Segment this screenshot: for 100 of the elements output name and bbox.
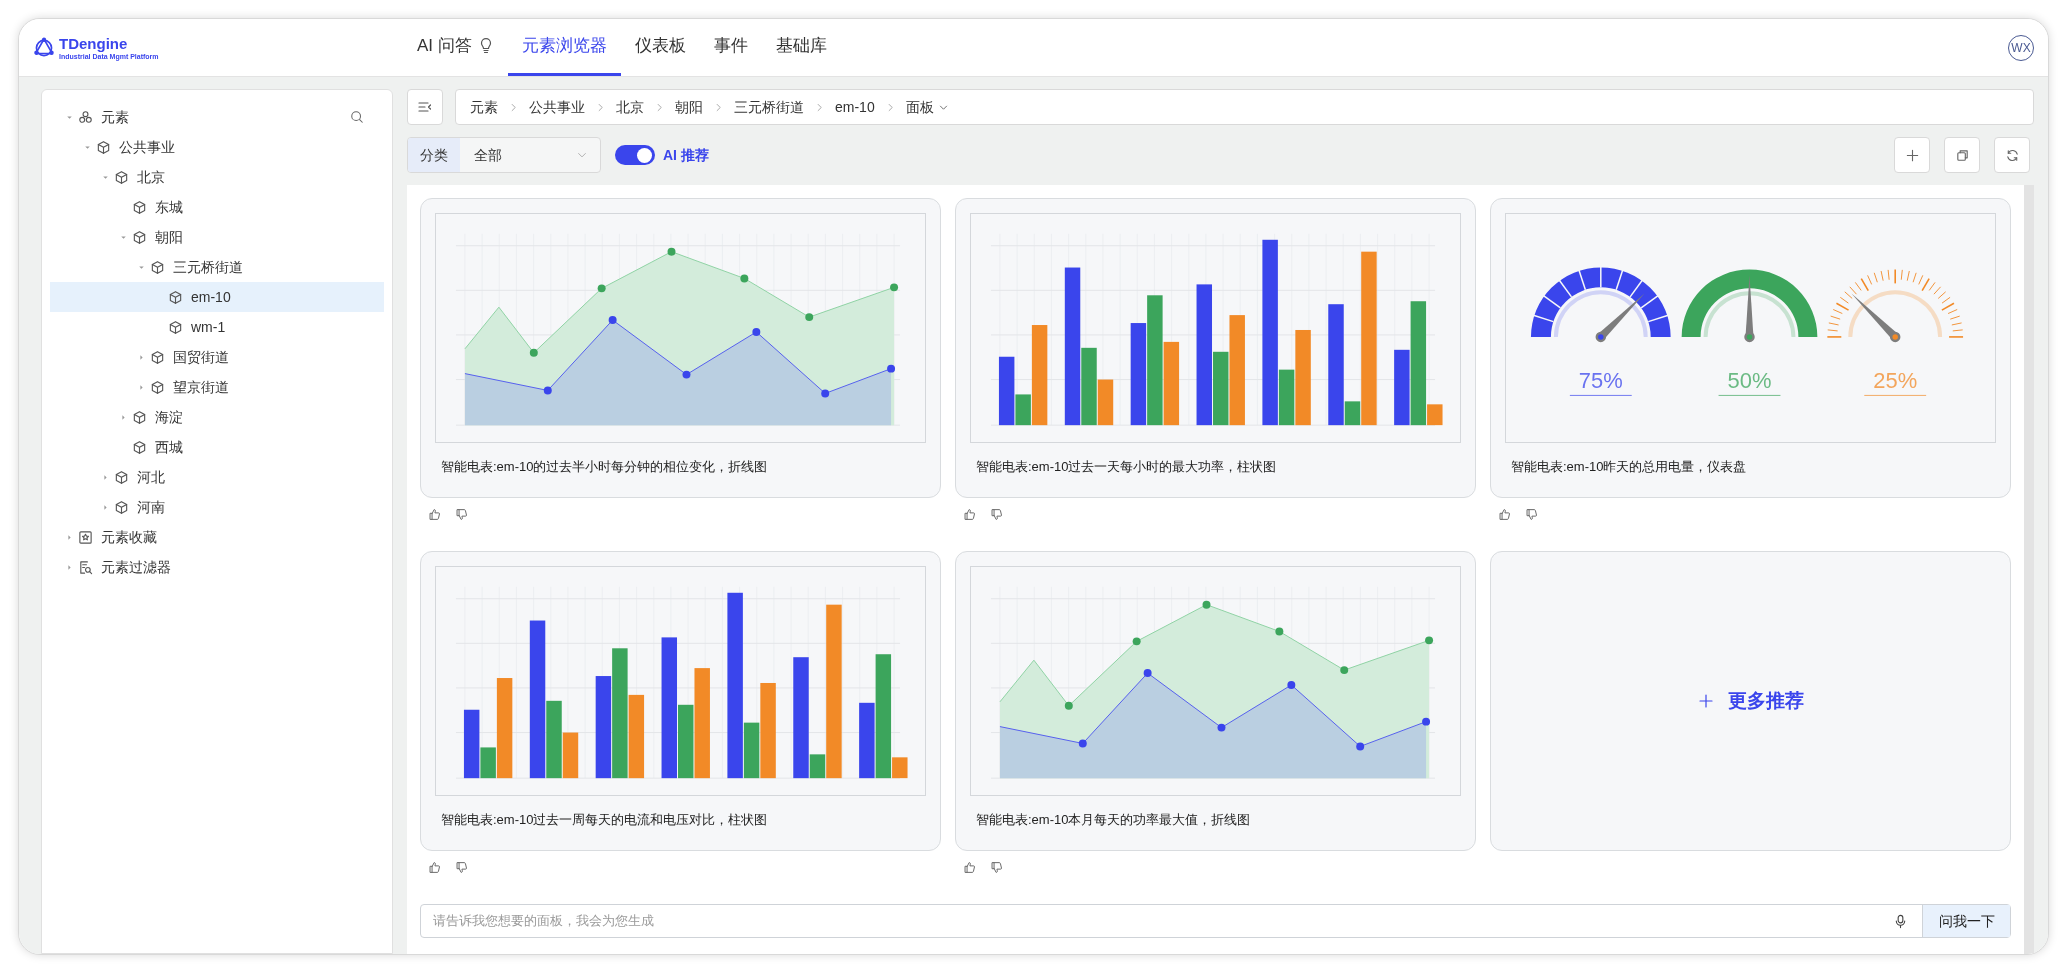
tree-item[interactable]: 北京 xyxy=(50,162,384,192)
tree-label: 东城 xyxy=(155,197,183,217)
microphone-icon[interactable] xyxy=(1893,913,1908,929)
document-search-icon xyxy=(78,559,93,575)
breadcrumb-link[interactable]: 北京 xyxy=(616,96,644,118)
tree-label: 朝阳 xyxy=(155,227,183,247)
tree-item[interactable]: 三元桥街道 xyxy=(50,252,384,282)
thumbs-up-icon[interactable] xyxy=(963,861,976,874)
tree-label: 海淀 xyxy=(155,407,183,427)
thumbs-up-icon[interactable] xyxy=(428,861,441,874)
search-icon[interactable] xyxy=(350,110,364,124)
gauge-reading: 75% xyxy=(1578,368,1623,394)
cube-icon xyxy=(132,199,147,215)
chart-caption: 智能电表:em-10昨天的总用电量，仪表盘 xyxy=(1510,458,1748,476)
cube-icon xyxy=(114,469,129,485)
chart-caption: 智能电表:em-10的过去半小时每分钟的相位变化，折线图 xyxy=(440,458,769,476)
thumbs-up-icon[interactable] xyxy=(963,508,976,521)
cube-icon xyxy=(114,499,129,515)
tree-label: em-10 xyxy=(191,287,231,307)
breadcrumb-link[interactable]: em-10 xyxy=(835,96,875,118)
refresh-icon xyxy=(2004,147,2020,163)
cube-icon xyxy=(114,169,129,185)
cube-icon xyxy=(132,439,147,455)
chevron-right-icon xyxy=(508,101,519,113)
chart-card[interactable]: 智能电表:em-10本月每天的功率最大值，折线图 xyxy=(955,551,1476,851)
cluster-icon xyxy=(78,109,93,125)
cube-icon xyxy=(132,229,147,245)
tree-label: 国贸街道 xyxy=(173,347,229,367)
refresh-button[interactable] xyxy=(1994,137,2030,173)
chevron-right-icon xyxy=(713,101,724,113)
plus-icon xyxy=(1697,693,1714,709)
toggle-label: AI 推荐 xyxy=(663,145,709,165)
tree-item[interactable]: 元素收藏 xyxy=(50,522,384,552)
breadcrumb-link[interactable]: 元素 xyxy=(470,96,498,118)
tree-item[interactable]: 国贸街道 xyxy=(50,342,384,372)
tree-label: 三元桥街道 xyxy=(173,257,243,277)
tree-label: 元素 xyxy=(101,107,129,127)
tree-item[interactable]: 元素过滤器 xyxy=(50,552,384,582)
tree-label: 河南 xyxy=(137,497,165,517)
cube-icon xyxy=(150,379,165,395)
nav-tab[interactable]: 事件 xyxy=(699,19,762,76)
gauge-reading: 50% xyxy=(1727,368,1772,394)
cube-icon xyxy=(150,349,165,365)
prompt-field[interactable]: 请告诉我您想要的面板，我会为您生成 问我一下 xyxy=(420,904,2011,938)
gauge-reading: 25% xyxy=(1873,368,1918,394)
tree-label: 元素收藏 xyxy=(101,527,157,547)
tree-item[interactable]: 河南 xyxy=(50,492,384,522)
breadcrumb-dropdown[interactable]: 面板 xyxy=(905,96,949,118)
chart-caption: 智能电表:em-10本月每天的功率最大值，折线图 xyxy=(975,811,1252,829)
collapse-sidebar-button[interactable] xyxy=(407,89,443,125)
chevron-right-icon xyxy=(654,101,665,113)
cube-icon xyxy=(132,409,147,425)
menu-collapse-icon xyxy=(417,99,433,115)
tree-item[interactable]: 朝阳 xyxy=(50,222,384,252)
tree-label: 河北 xyxy=(137,467,165,487)
add-icon xyxy=(1904,147,1920,163)
chart-caption: 智能电表:em-10过去一周每天的电流和电压对比，柱状图 xyxy=(440,811,769,829)
nav-tab[interactable]: 基础库 xyxy=(761,19,841,76)
tree-item[interactable]: 西城 xyxy=(50,432,384,462)
tree-item[interactable]: em-10 xyxy=(50,282,384,312)
tree-item[interactable]: 东城 xyxy=(50,192,384,222)
tree-item[interactable]: 公共事业 xyxy=(50,132,384,162)
ai-recommend-toggle[interactable] xyxy=(615,145,655,165)
tree-label: 望京街道 xyxy=(173,377,229,397)
thumbs-down-icon[interactable] xyxy=(455,861,468,874)
ask-button[interactable]: 问我一下 xyxy=(1922,905,2010,937)
tree-label: 西城 xyxy=(155,437,183,457)
cube-icon xyxy=(96,139,111,155)
tree-item[interactable]: 海淀 xyxy=(50,402,384,432)
thumbs-down-icon[interactable] xyxy=(990,861,1003,874)
thumbs-up-icon[interactable] xyxy=(428,508,441,521)
chevron-right-icon xyxy=(595,101,606,113)
chart-card[interactable]: 75% 50% 25% 智能电表:em-10昨天的总用电量，仪表盘 xyxy=(1490,198,2011,498)
chart-card[interactable]: 智能电表:em-10的过去半小时每分钟的相位变化，折线图 xyxy=(420,198,941,498)
tree-label: 北京 xyxy=(137,167,165,187)
tree-item[interactable]: 望京街道 xyxy=(50,372,384,402)
tree-item[interactable]: 河北 xyxy=(50,462,384,492)
logo-name: TDengine xyxy=(59,35,129,51)
copy-icon xyxy=(1954,147,1970,163)
chevron-right-icon xyxy=(814,101,825,113)
tree-item[interactable]: wm-1 xyxy=(50,312,384,342)
copy-button[interactable] xyxy=(1944,137,1980,173)
thumbs-down-icon[interactable] xyxy=(455,508,468,521)
tree-item[interactable]: 元素 xyxy=(50,102,384,132)
chart-card[interactable]: 智能电表:em-10过去一天每小时的最大功率，柱状图 xyxy=(955,198,1476,498)
thumbs-down-icon[interactable] xyxy=(990,508,1003,521)
thumbs-up-icon[interactable] xyxy=(1498,508,1511,521)
thumbs-down-icon[interactable] xyxy=(1525,508,1538,521)
tree-label: 公共事业 xyxy=(119,137,175,157)
chart-card[interactable]: 智能电表:em-10过去一周每天的电流和电压对比，柱状图 xyxy=(420,551,941,851)
tree-label: 元素过滤器 xyxy=(101,557,171,577)
chart-caption: 智能电表:em-10过去一天每小时的最大功率，柱状图 xyxy=(975,458,1278,476)
nav-tab[interactable]: 仪表板 xyxy=(620,19,700,76)
nav-tab[interactable]: AI 问答 xyxy=(403,19,508,76)
logo-icon xyxy=(33,36,55,59)
category-select[interactable]: 分类 全部 xyxy=(407,137,601,173)
breadcrumb-link[interactable]: 公共事业 xyxy=(529,96,585,118)
more-recommendations-button[interactable]: 更多推荐 xyxy=(1490,551,2011,851)
breadcrumb-link[interactable]: 三元桥街道 xyxy=(734,96,804,118)
breadcrumb-link[interactable]: 朝阳 xyxy=(675,96,703,118)
